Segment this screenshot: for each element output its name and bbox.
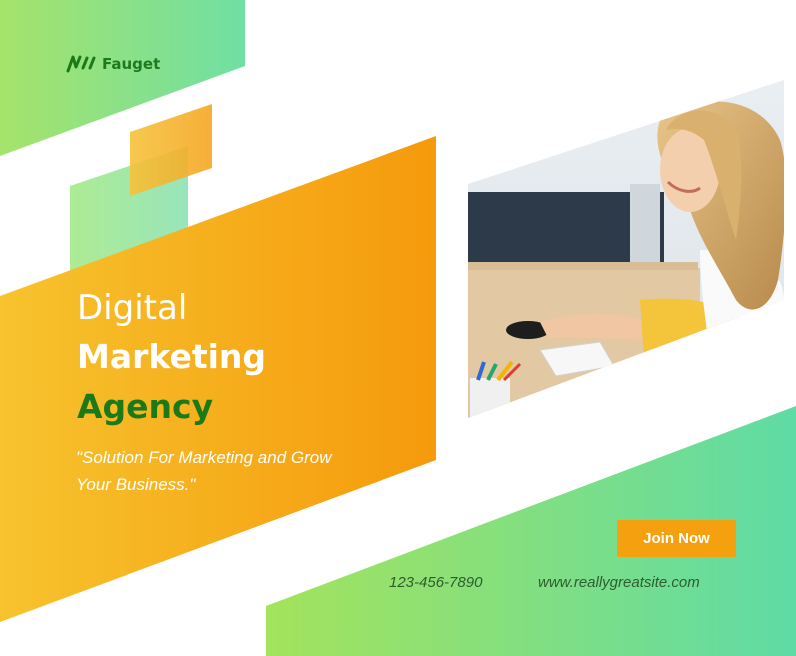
join-now-button[interactable]: Join Now bbox=[617, 520, 736, 557]
tagline: "Solution For Marketing and Grow Your Bu… bbox=[76, 448, 332, 494]
brand-name: Fauget bbox=[102, 55, 161, 73]
brand-logo: Fauget bbox=[66, 54, 160, 74]
headline-line-2: Marketing bbox=[77, 337, 267, 376]
phone-number: 123-456-7890 bbox=[389, 574, 483, 591]
orange-band bbox=[0, 136, 436, 622]
headline-line-1: Digital bbox=[77, 288, 188, 328]
headline-line-3: Agency bbox=[77, 387, 214, 426]
background-shapes bbox=[0, 0, 796, 656]
wave-lines-icon bbox=[66, 55, 96, 73]
website-link[interactable]: www.reallygreatsite.com bbox=[538, 574, 700, 591]
photo-woman-at-computer bbox=[468, 80, 784, 418]
